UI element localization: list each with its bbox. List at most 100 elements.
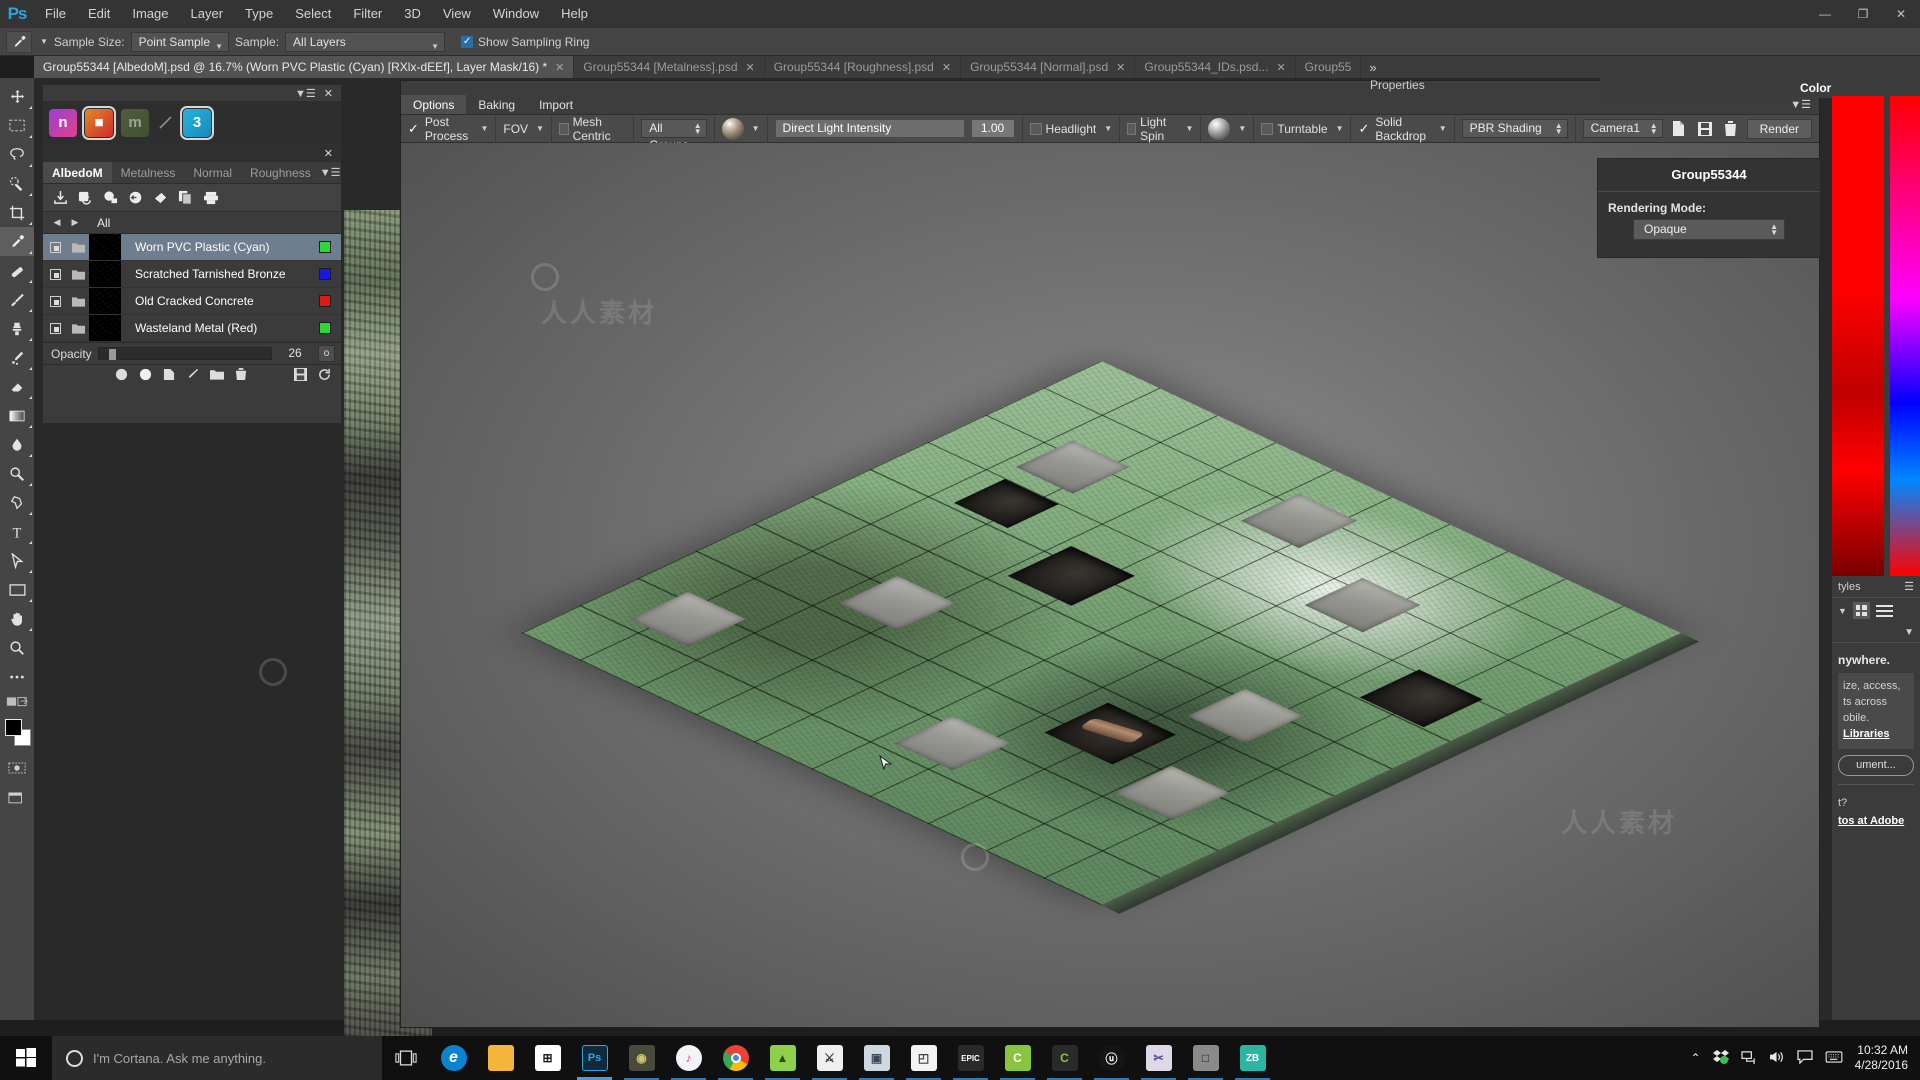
layer-id-swatch[interactable] (319, 268, 331, 280)
create-from-document-button[interactable]: ument... (1838, 754, 1914, 776)
chevron-down-icon[interactable]: ▼ (1102, 124, 1112, 133)
file-explorer-taskbar-icon[interactable] (477, 1036, 524, 1080)
light-ball-icon[interactable] (1208, 117, 1231, 140)
quick-mask-toggle[interactable] (0, 753, 34, 782)
gradient-tool[interactable] (0, 401, 34, 430)
edit-toolbar-tool[interactable] (0, 662, 34, 691)
close-icon[interactable]: ✕ (746, 61, 755, 74)
layer-row-old-cracked-concrete[interactable]: Old Cracked Concrete (43, 288, 341, 315)
delete-icon[interactable] (235, 367, 247, 384)
groups-select[interactable]: All Groups ▲▼ (641, 119, 707, 152)
chevron-down-icon[interactable]: ▼ (1183, 124, 1193, 133)
opacity-slider[interactable] (97, 347, 272, 360)
marmoset-taskbar-icon[interactable]: ▣ (853, 1036, 900, 1080)
layer-id-swatch[interactable] (319, 241, 331, 253)
chevron-down-icon[interactable]: ▼ (1236, 124, 1246, 133)
task-view-icon[interactable] (382, 1036, 430, 1080)
new-mask-icon[interactable] (139, 368, 152, 384)
new-file-icon[interactable] (1669, 119, 1689, 139)
direct-light-intensity-label[interactable]: Direct Light Intensity (774, 119, 965, 138)
new-layer-icon[interactable] (163, 368, 175, 384)
maximize-button[interactable]: ❐ (1844, 0, 1882, 28)
new-group-icon[interactable] (210, 368, 224, 383)
type-tool[interactable]: T (0, 517, 34, 546)
keyboard-tray-icon[interactable] (1825, 1050, 1843, 1066)
chevron-down-icon[interactable]: ▼ (750, 124, 760, 133)
tab-color[interactable]: Color (1800, 81, 1831, 95)
layer-thumbnail[interactable] (89, 234, 121, 260)
post-process-label[interactable]: Post Process (425, 115, 473, 143)
tab-metalness[interactable]: Metalness (112, 162, 185, 183)
opacity-value[interactable]: 26 (278, 346, 312, 361)
layer-row-scratched-tarnished-bronze[interactable]: Scratched Tarnished Bronze (43, 261, 341, 288)
tiled-floor-mesh[interactable] (521, 360, 1700, 914)
network-tray-icon[interactable] (1741, 1050, 1757, 1067)
brush-tool[interactable] (0, 285, 34, 314)
layer-row-worn-pvc-plastic[interactable]: Worn PVC Plastic (Cyan) (43, 234, 341, 261)
move-tool[interactable] (0, 82, 34, 111)
quixel-suite-taskbar-icon[interactable]: ◉ (618, 1036, 665, 1080)
document-tab-normal[interactable]: Group55344 [Normal].psd ✕ (961, 56, 1136, 78)
adobe-stock-link[interactable]: tos at Adobe (1832, 813, 1920, 829)
menu-item-file[interactable]: File (34, 0, 77, 28)
blur-tool[interactable] (0, 430, 34, 459)
taskbar-clock[interactable]: 10:32 AM 4/28/2016 (1855, 1043, 1908, 1073)
photo-viewer-taskbar-icon[interactable]: ◰ (900, 1036, 947, 1080)
eraser-tool[interactable] (0, 372, 34, 401)
path-selection-tool[interactable] (0, 546, 34, 575)
substance-taskbar-icon[interactable]: C (994, 1036, 1041, 1080)
panel-menu-icon[interactable]: ▼☰ (320, 162, 349, 183)
menu-item-filter[interactable]: Filter (342, 0, 393, 28)
document-tab-ids[interactable]: Group55344_IDs.psd... ✕ (1135, 56, 1296, 78)
properties-tab-label[interactable]: Properties (1370, 78, 1425, 92)
window-taskbar-icon[interactable]: □ (1182, 1036, 1229, 1080)
tab-baking[interactable]: Baking (466, 95, 527, 114)
crop-tool[interactable] (0, 198, 34, 227)
menu-item-layer[interactable]: Layer (180, 0, 235, 28)
chevron-down-icon[interactable]: ▼ (1334, 124, 1344, 133)
lasso-tool[interactable] (0, 140, 34, 169)
chevron-down-icon[interactable]: ▼ (1838, 606, 1847, 616)
menu-item-help[interactable]: Help (550, 0, 599, 28)
styles-tab-label[interactable]: tyles (1838, 581, 1861, 593)
render-button[interactable]: Render (1746, 118, 1812, 139)
fov-label[interactable]: FOV (503, 122, 528, 136)
screen-mode-toggle[interactable] (0, 782, 34, 811)
menu-item-type[interactable]: Type (234, 0, 284, 28)
xnormal-taskbar-icon[interactable]: ⚔ (806, 1036, 853, 1080)
visibility-toggle-icon[interactable] (43, 268, 67, 280)
solid-backdrop-label[interactable]: Solid Backdrop (1375, 115, 1430, 143)
close-icon[interactable]: ✕ (1276, 61, 1285, 74)
3d-coat-taskbar-icon[interactable]: ▲ (759, 1036, 806, 1080)
export-icon[interactable] (203, 191, 219, 205)
headlight-checkbox[interactable]: Headlight (1029, 122, 1096, 136)
chevron-down-icon[interactable]: ▼ (1437, 124, 1447, 133)
dodge-tool[interactable] (0, 459, 34, 488)
paint-mask-icon[interactable] (128, 190, 143, 205)
layer-thumbnail[interactable] (89, 315, 121, 341)
duplicate-icon[interactable] (178, 190, 193, 205)
document-tab-metalness[interactable]: Group55344 [Metalness].psd ✕ (574, 56, 765, 78)
windows-logo-icon[interactable] (0, 1036, 52, 1080)
chevron-down-icon[interactable]: ▼ (534, 124, 544, 133)
tool-preset-chevron-icon[interactable]: ▼ (38, 37, 48, 46)
spot-healing-brush-tool[interactable] (0, 256, 34, 285)
panel-menu-icon[interactable]: ☰ (1904, 580, 1914, 593)
save-icon[interactable] (1695, 119, 1715, 139)
grid-view-button[interactable] (1852, 602, 1870, 619)
zbrush-taskbar-icon[interactable]: ZB (1229, 1036, 1276, 1080)
menu-item-select[interactable]: Select (284, 0, 342, 28)
ndo-app-icon[interactable]: n (49, 108, 77, 137)
menu-item-image[interactable]: Image (121, 0, 179, 28)
tab-roughness[interactable]: Roughness (241, 162, 320, 183)
itunes-taskbar-icon[interactable]: ♪ (665, 1036, 712, 1080)
store-taskbar-icon[interactable]: ⊞ (524, 1036, 571, 1080)
close-icon[interactable]: ✕ (942, 61, 951, 74)
rectangle-tool[interactable] (0, 575, 34, 604)
zoom-tool[interactable] (0, 633, 34, 662)
menu-item-edit[interactable]: Edit (77, 0, 121, 28)
snipping-tool-taskbar-icon[interactable]: ✂ (1135, 1036, 1182, 1080)
erase-mask-icon[interactable] (153, 190, 168, 205)
new-material-icon[interactable] (115, 368, 128, 384)
camera-select[interactable]: Camera1 ▲ ▼ (1582, 119, 1663, 138)
